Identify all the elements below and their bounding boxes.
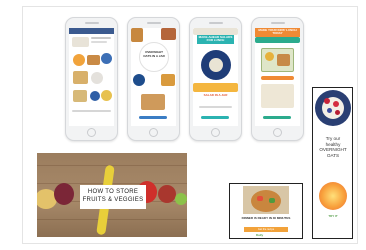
home-button[interactable] xyxy=(149,128,158,137)
food-image xyxy=(101,90,112,101)
read-button[interactable] xyxy=(139,116,167,119)
read-button[interactable] xyxy=(263,116,291,119)
brand-logo: Daily xyxy=(256,233,264,237)
banner-title: MAKE-AHEAD SALADS FOR LUNCH xyxy=(197,35,234,44)
food-image xyxy=(87,55,100,65)
berry-image xyxy=(324,98,330,104)
food-image xyxy=(161,28,176,40)
phone-mockup-3: MAKE-AHEAD SALADS FOR LUNCH SALAD IN A J… xyxy=(189,17,242,141)
text-line xyxy=(72,110,111,112)
berry-bowl-image xyxy=(315,90,351,126)
label-bar xyxy=(261,76,294,80)
fruits-veggies-photo[interactable]: HOW TO STORE FRUITS & VEGGIES xyxy=(37,153,187,237)
food-image xyxy=(161,74,175,86)
berry-image xyxy=(335,110,340,115)
food-image xyxy=(73,71,88,84)
lunchbox-image xyxy=(261,84,294,108)
home-button[interactable] xyxy=(211,128,220,137)
recipe-ad-caption: DINNER IS READY IN 30 MINUTES xyxy=(241,216,291,220)
food-image xyxy=(90,91,100,101)
read-button[interactable] xyxy=(201,116,229,119)
photo-title-card: HOW TO STORE FRUITS & VEGGIES xyxy=(80,185,146,209)
phone-speaker xyxy=(209,22,223,24)
berry-image xyxy=(327,108,332,113)
post-thumbnail xyxy=(72,37,89,47)
subheading-text: SALAD IN A JAR xyxy=(203,93,228,97)
text-line xyxy=(91,37,111,39)
food-image xyxy=(133,74,145,86)
photo-title-line-1: HOW TO STORE xyxy=(87,189,139,195)
recipe-ad-image xyxy=(243,186,289,214)
get-recipe-button[interactable]: Get the recipe xyxy=(244,227,288,232)
food-image xyxy=(141,94,165,110)
tomato-image xyxy=(158,185,176,203)
text-line xyxy=(91,41,107,43)
food-image xyxy=(257,196,263,201)
banner-title: MAKE YOUR KIDS' LUNCH TODAY xyxy=(255,28,300,37)
phone-screen-4[interactable]: MAKE YOUR KIDS' LUNCH TODAY xyxy=(255,28,300,126)
food-image xyxy=(269,198,275,203)
phone-speaker xyxy=(147,22,161,24)
food-image xyxy=(73,90,87,102)
top-image xyxy=(193,28,238,35)
berry-image xyxy=(333,101,339,107)
food-image xyxy=(101,53,112,64)
green-strip xyxy=(255,37,300,43)
photo-title-line-2: FRUITS & VEGGIES xyxy=(82,197,144,203)
showcase-board: OVERNIGHT OATS IN A JAR MAKE-AHEAD SALAD… xyxy=(22,6,358,244)
lime-image xyxy=(175,193,187,205)
phone-mockup-1 xyxy=(65,17,118,141)
phone-screen-1[interactable] xyxy=(69,28,114,126)
food-image xyxy=(251,190,281,212)
home-button[interactable] xyxy=(273,128,282,137)
food-image xyxy=(73,54,85,66)
red-onion-image xyxy=(54,183,74,205)
app-header-bar xyxy=(69,28,114,34)
overnight-oats-ad[interactable]: Try our healthy OVERNIGHT OATS TRY IT xyxy=(312,87,353,239)
oats-ad-text: Try our healthy OVERNIGHT OATS xyxy=(315,136,351,158)
phone-mockup-4: MAKE YOUR KIDS' LUNCH TODAY xyxy=(251,17,304,141)
recipe-ad[interactable]: DINNER IS READY IN 30 MINUTES Get the re… xyxy=(229,183,303,239)
phone-screen-3[interactable]: MAKE-AHEAD SALADS FOR LUNCH SALAD IN A J… xyxy=(193,28,238,126)
oats-ad-logo: TRY IT xyxy=(328,214,338,218)
home-button[interactable] xyxy=(87,128,96,137)
oats-ad-line-4: OATS xyxy=(326,152,340,158)
headline-text: OVERNIGHT OATS IN A JAR xyxy=(143,50,165,58)
oats-ad-line-3: OVERNIGHT xyxy=(319,147,347,153)
food-image xyxy=(277,54,290,66)
food-image xyxy=(91,72,103,84)
phone-speaker xyxy=(85,22,99,24)
food-image xyxy=(131,28,143,42)
phone-speaker xyxy=(271,22,285,24)
phone-mockup-2: OVERNIGHT OATS IN A JAR xyxy=(127,17,180,141)
citrus-logo-image xyxy=(319,182,347,210)
phone-screen-2[interactable]: OVERNIGHT OATS IN A JAR xyxy=(131,28,176,126)
food-image xyxy=(265,52,274,61)
food-image xyxy=(209,58,223,72)
text-line xyxy=(199,106,232,108)
food-image xyxy=(193,83,238,92)
